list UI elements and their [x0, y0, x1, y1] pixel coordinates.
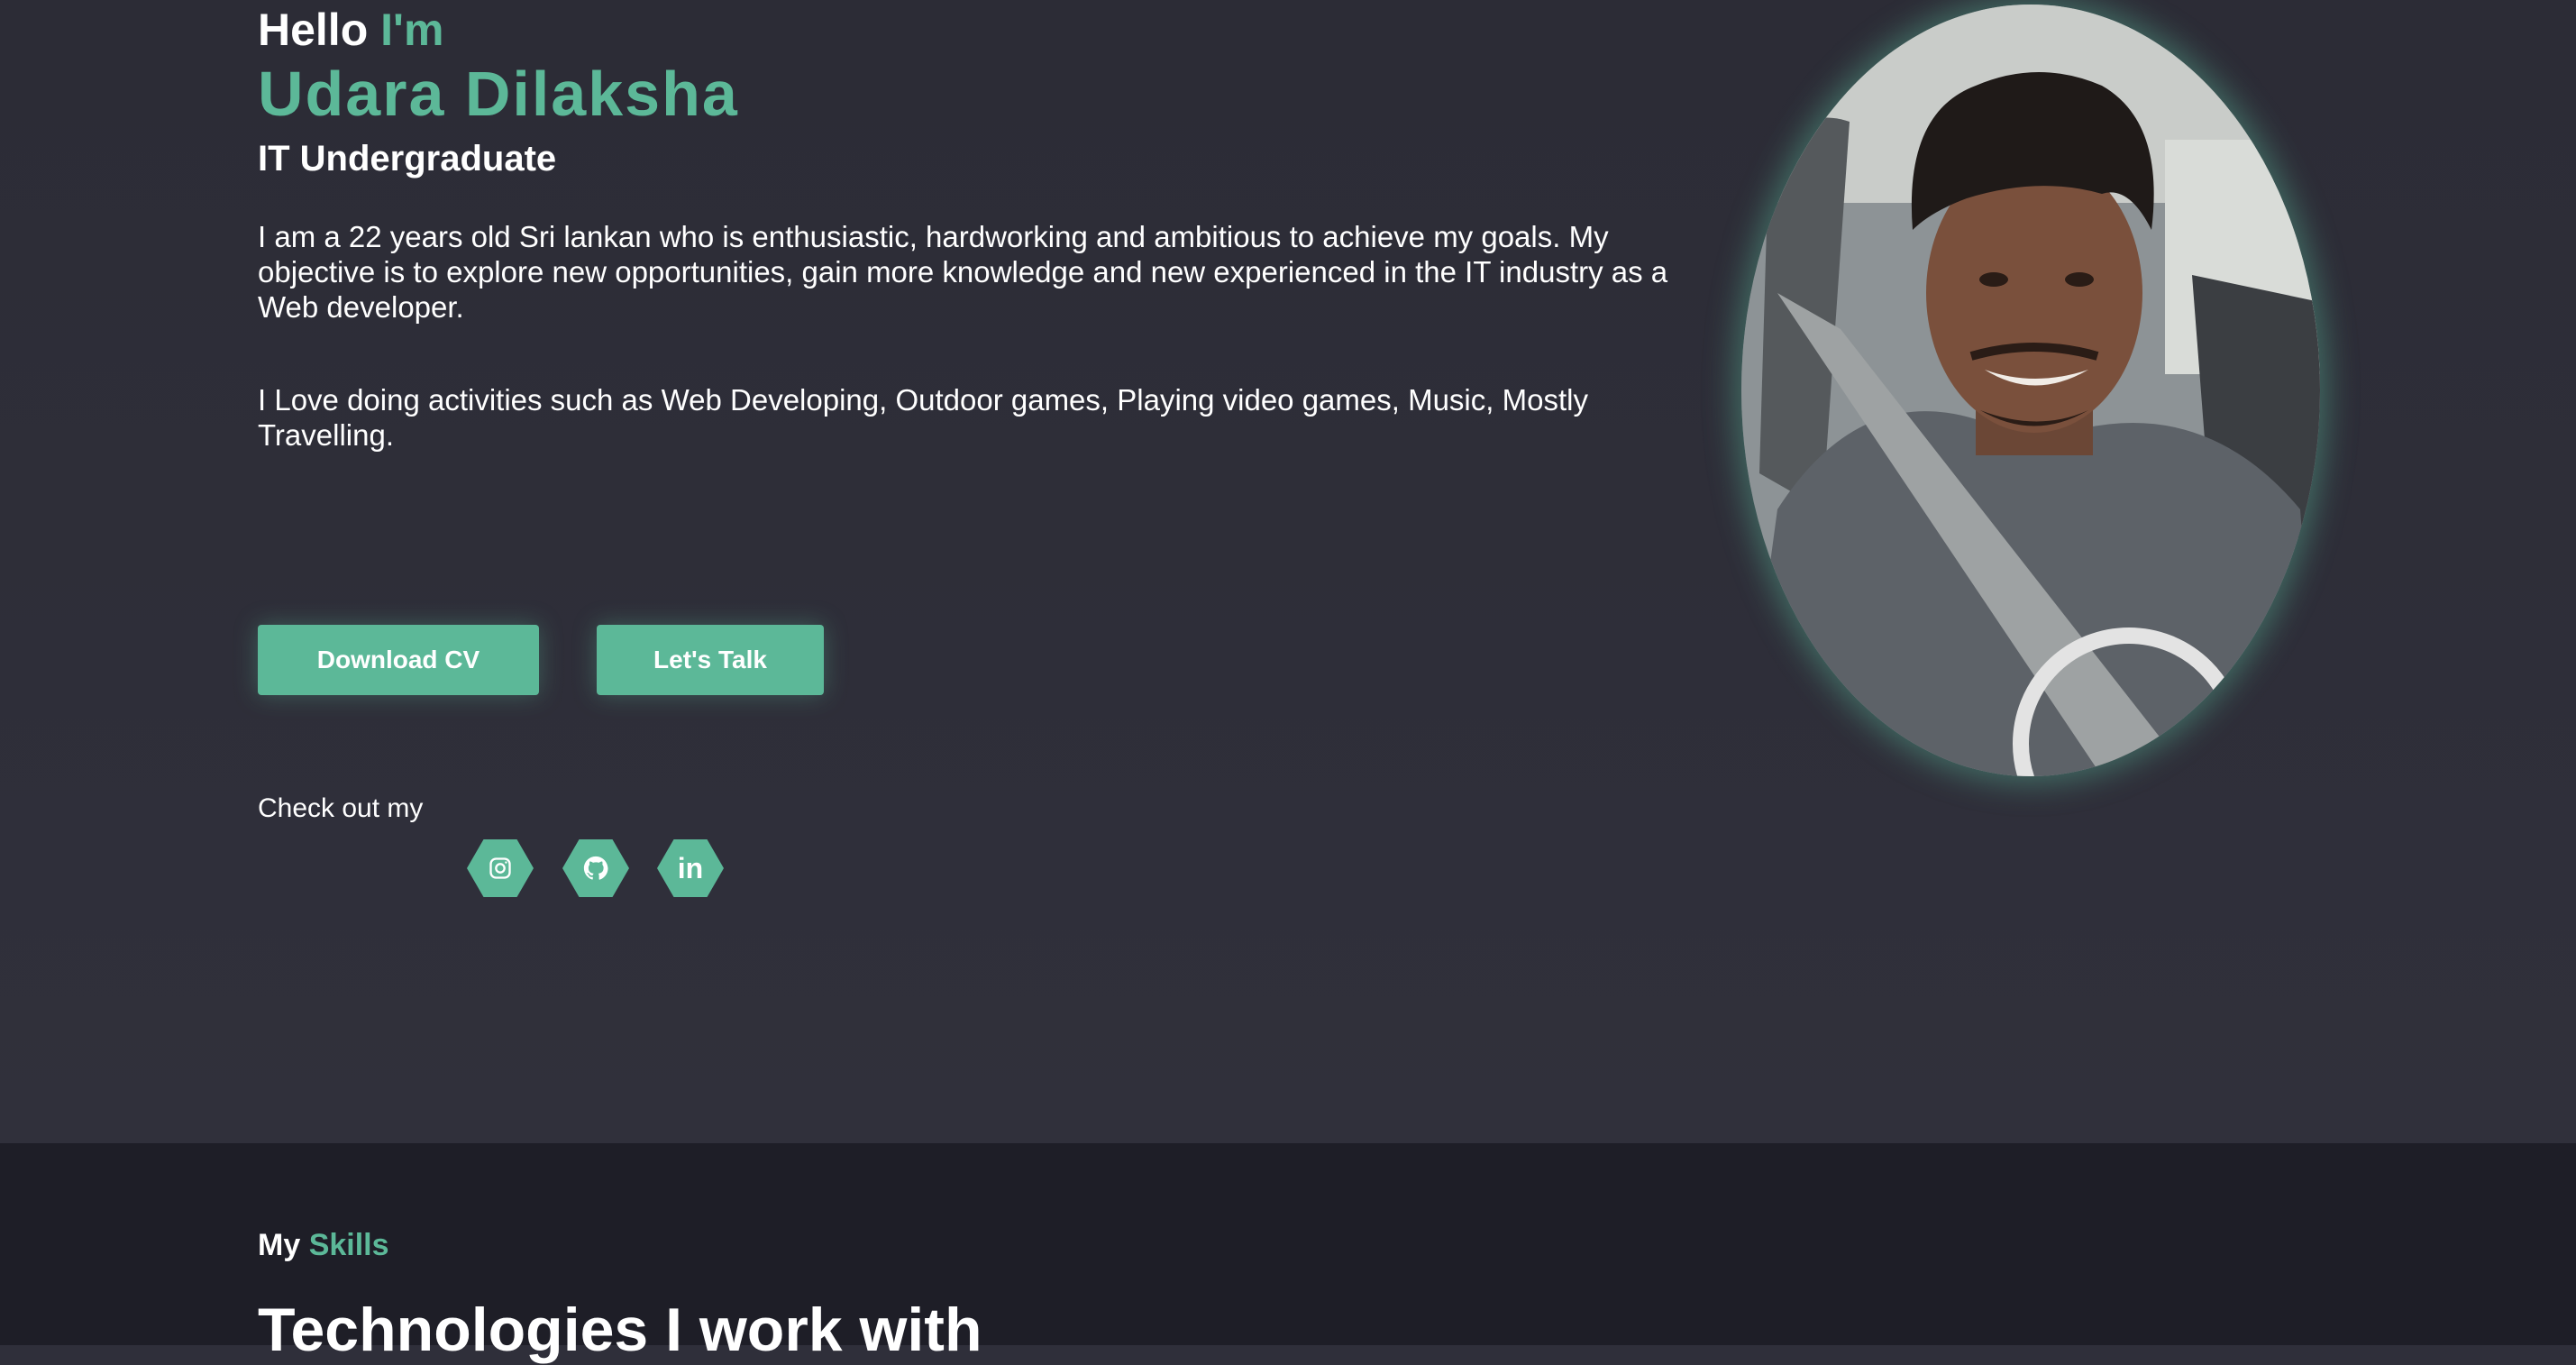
greeting-im: I'm	[380, 5, 444, 55]
skills-label: Skills	[308, 1228, 389, 1262]
download-cv-button[interactable]: Download CV	[258, 625, 539, 695]
my-skills-label: My Skills	[258, 1228, 389, 1263]
greeting-hello: Hello	[258, 5, 369, 55]
github-icon	[583, 856, 608, 880]
technologies-heading: Technologies I work with	[258, 1296, 982, 1364]
hero-section: Hello I'm Udara Dilaksha IT Undergraduat…	[0, 0, 2576, 1143]
skills-section: My Skills Technologies I work with	[0, 1143, 2576, 1364]
profile-photo-illustration	[1741, 5, 2320, 776]
hobbies-paragraph: I Love doing activities such as Web Deve…	[258, 383, 1588, 452]
greeting: Hello I'm	[258, 4, 443, 56]
bio-paragraph: I am a 22 years old Sri lankan who is en…	[258, 220, 1668, 324]
github-link[interactable]	[562, 839, 629, 897]
my-label: My	[258, 1228, 301, 1262]
lets-talk-button[interactable]: Let's Talk	[597, 625, 824, 695]
linkedin-link[interactable]: in	[657, 839, 724, 897]
instagram-icon	[489, 857, 511, 879]
check-out-label: Check out my	[258, 793, 424, 823]
instagram-link[interactable]	[467, 839, 534, 897]
profile-photo	[1741, 5, 2320, 776]
role-title: IT Undergraduate	[258, 139, 557, 179]
linkedin-icon: in	[677, 851, 704, 884]
person-name: Udara Dilaksha	[258, 59, 739, 129]
